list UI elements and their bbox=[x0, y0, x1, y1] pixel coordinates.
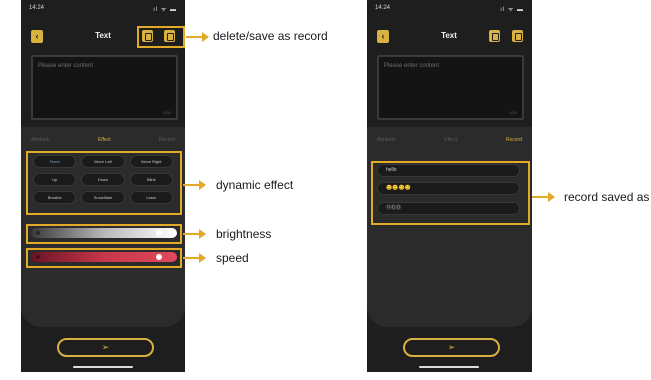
callout-arrow bbox=[183, 180, 206, 190]
tab-effect[interactable]: Effect bbox=[444, 137, 457, 149]
callout-arrow bbox=[183, 253, 206, 263]
content-input-placeholder: Please enter content bbox=[38, 63, 94, 69]
content-input[interactable]: Please enter content 0/50 bbox=[377, 55, 524, 120]
status-bar: 14:24 ıl ᯤ ▬ bbox=[375, 5, 524, 15]
tab-effect[interactable]: Effect bbox=[98, 137, 111, 149]
home-indicator bbox=[73, 366, 133, 368]
send-button[interactable]: ➢ bbox=[57, 338, 154, 357]
callout-brightness: brightness bbox=[216, 227, 272, 241]
page-title: Text bbox=[441, 31, 457, 40]
tab-attribute[interactable]: Attribute bbox=[377, 137, 396, 149]
brightness-highlight bbox=[26, 224, 182, 244]
status-time: 14:24 bbox=[29, 5, 45, 11]
content-input[interactable]: Please enter content 0/50 bbox=[31, 55, 178, 120]
callout-records: record saved as bbox=[564, 190, 650, 204]
char-count: 0/50 bbox=[509, 110, 517, 115]
delete-button[interactable] bbox=[489, 30, 500, 42]
callout-arrow bbox=[532, 192, 555, 202]
status-system-icons: ıl ᯤ ▬ bbox=[500, 7, 524, 13]
chevron-left-icon: ‹ bbox=[35, 31, 39, 41]
page-title: Text bbox=[95, 31, 111, 40]
speed-highlight bbox=[26, 248, 182, 268]
records-highlight bbox=[371, 161, 530, 225]
status-time: 14:24 bbox=[375, 5, 391, 11]
paper-plane-icon: ➢ bbox=[101, 342, 110, 352]
callout-arrow bbox=[183, 229, 206, 239]
callout-arrow bbox=[186, 32, 209, 42]
tab-attribute[interactable]: Attribute bbox=[31, 137, 50, 149]
chevron-left-icon: ‹ bbox=[381, 31, 385, 41]
tab-record[interactable]: Record bbox=[506, 137, 522, 149]
paper-plane-icon: ➢ bbox=[447, 342, 456, 352]
status-bar: 14:24 ıl ᯤ ▬ bbox=[29, 5, 177, 15]
header-buttons-highlight bbox=[137, 26, 185, 48]
save-record-button[interactable] bbox=[512, 30, 523, 42]
content-input-placeholder: Please enter content bbox=[384, 63, 440, 69]
tab-bar: Attribute Effect Record bbox=[367, 137, 532, 149]
effect-grid-highlight bbox=[26, 151, 182, 215]
char-count: 0/50 bbox=[163, 110, 171, 115]
settings-panel: Attribute Effect Record hello 😊😊😊😊 ⑪⑫⑬ bbox=[367, 127, 532, 327]
callout-header-buttons: delete/save as record bbox=[213, 29, 328, 43]
callout-speed: speed bbox=[216, 251, 249, 265]
send-button[interactable]: ➢ bbox=[403, 338, 500, 357]
back-button[interactable]: ‹ bbox=[377, 30, 389, 43]
back-button[interactable]: ‹ bbox=[31, 30, 43, 43]
status-system-icons: ıl ᯤ ▬ bbox=[153, 7, 177, 13]
tab-record[interactable]: Record bbox=[159, 137, 175, 149]
tab-bar: Attribute Effect Record bbox=[21, 137, 185, 149]
home-indicator bbox=[419, 366, 479, 368]
callout-effects: dynamic effect bbox=[216, 178, 294, 192]
